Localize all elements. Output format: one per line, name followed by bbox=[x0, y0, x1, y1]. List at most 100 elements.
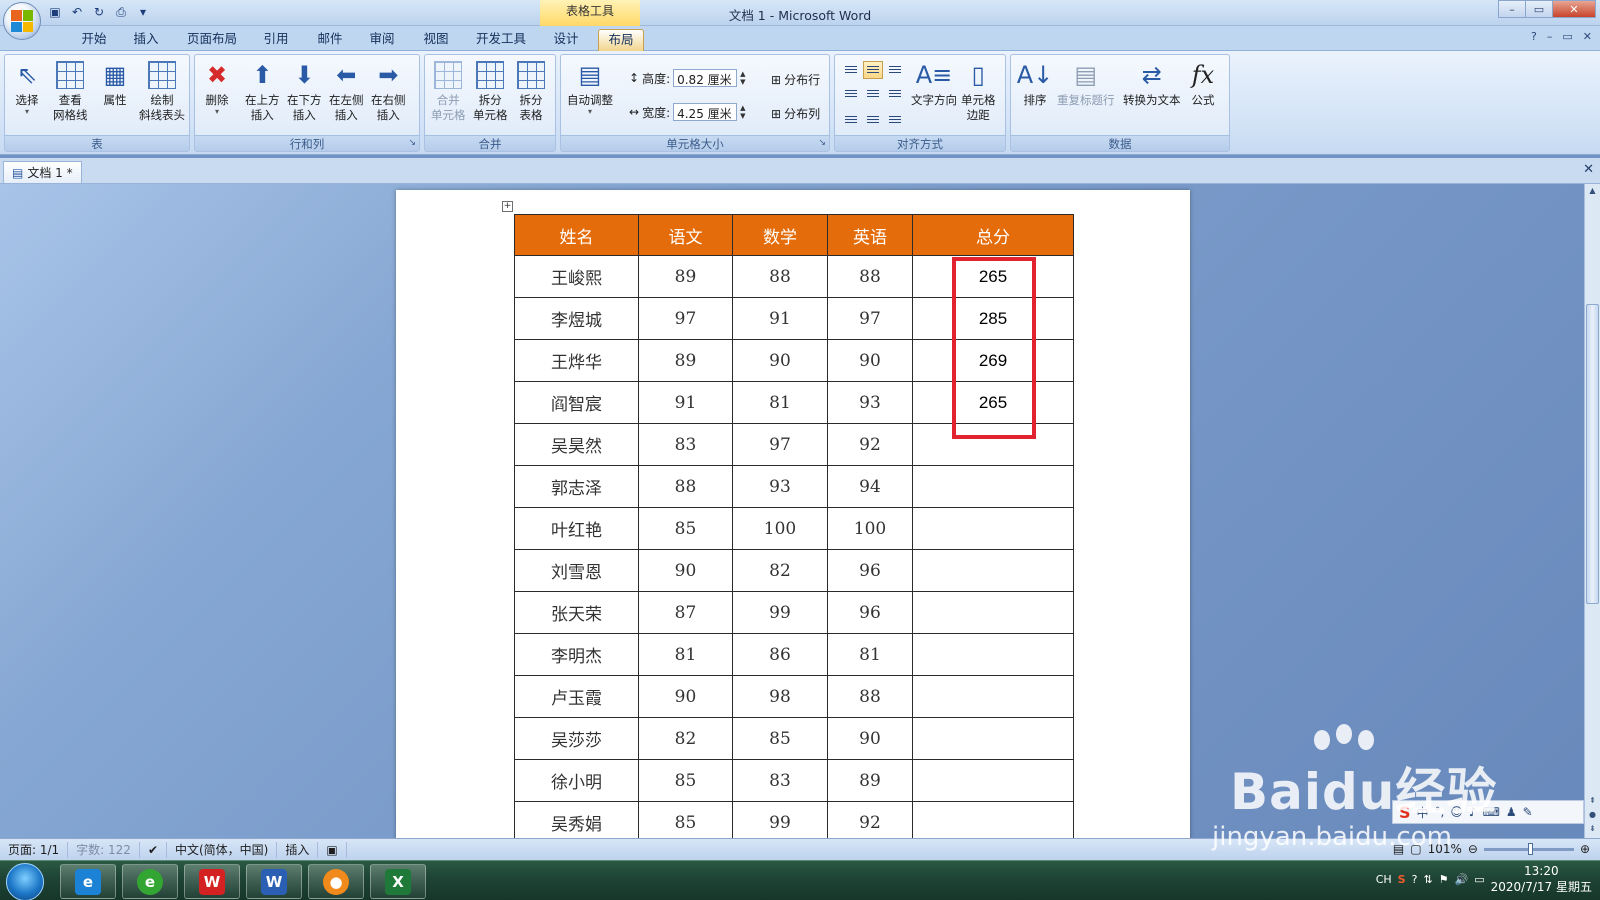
ime-toolbar[interactable]: S 中 °, ☺ ♪ ⌨ ♟ ✎ bbox=[1392, 800, 1584, 824]
vertical-scrollbar[interactable]: ▲ ⇞ ● ⇟ bbox=[1584, 184, 1600, 838]
score-cell[interactable]: 90 bbox=[827, 339, 913, 382]
help-tray-icon[interactable]: ? bbox=[1412, 873, 1418, 886]
document-tab[interactable]: ▤ 文档 1 * bbox=[3, 161, 82, 183]
align-middle-right-icon[interactable] bbox=[885, 85, 905, 103]
score-cell[interactable]: 88 bbox=[827, 255, 913, 298]
align-bottom-center-icon[interactable] bbox=[863, 111, 883, 129]
browser-icon[interactable]: e bbox=[122, 864, 178, 899]
score-cell[interactable]: 85 bbox=[638, 759, 733, 802]
word-count[interactable]: 字数: 122 bbox=[68, 841, 140, 858]
ime-mode-icon[interactable]: 中 bbox=[1417, 804, 1429, 821]
volume-icon[interactable]: 🔊 bbox=[1455, 873, 1469, 886]
tab-layout[interactable]: 布局 bbox=[598, 29, 644, 51]
table-move-handle-icon[interactable]: + bbox=[502, 201, 513, 212]
score-cell[interactable]: 96 bbox=[827, 549, 913, 592]
ime-keyboard-icon[interactable]: ⌨ bbox=[1483, 805, 1500, 819]
clock[interactable]: 13:20 2020/7/17 星期五 bbox=[1491, 863, 1592, 895]
score-cell[interactable]: 90 bbox=[732, 339, 828, 382]
total-cell[interactable] bbox=[912, 507, 1074, 550]
tab-design[interactable]: 设计 bbox=[546, 29, 586, 51]
score-cell[interactable]: 93 bbox=[827, 381, 913, 424]
score-cell[interactable]: 99 bbox=[732, 801, 828, 838]
sort-button[interactable]: A↓ 排序 bbox=[1017, 59, 1054, 108]
maximize-button[interactable]: ▭ bbox=[1525, 0, 1553, 18]
office-button[interactable] bbox=[3, 2, 41, 40]
student-name-cell[interactable]: 王烨华 bbox=[514, 339, 639, 382]
convert-to-text-button[interactable]: ⇄ 转换为文本 bbox=[1123, 59, 1181, 108]
tab-review[interactable]: 审阅 bbox=[362, 29, 402, 51]
autofit-button[interactable]: ▤ 自动调整 ▾ bbox=[567, 59, 613, 116]
scroll-up-icon[interactable]: ▲ bbox=[1585, 184, 1600, 198]
score-cell[interactable]: 89 bbox=[827, 759, 913, 802]
tab-mailings[interactable]: 邮件 bbox=[310, 29, 350, 51]
score-cell[interactable]: 81 bbox=[732, 381, 828, 424]
properties-button[interactable]: ▦ 属性 bbox=[99, 59, 131, 108]
text-direction-button[interactable]: A≡ 文字方向 bbox=[911, 59, 957, 108]
select-button[interactable]: ⇖ 选择 ▾ bbox=[11, 59, 43, 116]
score-cell[interactable]: 100 bbox=[827, 507, 913, 550]
align-middle-center-icon[interactable] bbox=[863, 85, 883, 103]
ime-emoji-icon[interactable]: ☺ bbox=[1450, 805, 1463, 819]
student-name-cell[interactable]: 李煜城 bbox=[514, 297, 639, 340]
score-cell[interactable]: 82 bbox=[732, 549, 828, 592]
help-icon[interactable]: ? bbox=[1531, 30, 1537, 43]
browse-object-icon[interactable]: ● bbox=[1585, 808, 1600, 822]
insert-below-button[interactable]: ⬇ 在下方 插入 bbox=[287, 59, 322, 123]
tab-developer[interactable]: 开发工具 bbox=[470, 29, 532, 51]
input-language[interactable]: CH bbox=[1376, 873, 1392, 886]
distribute-rows-button[interactable]: ⊞ 分布行 bbox=[771, 71, 820, 88]
student-name-cell[interactable]: 郭志泽 bbox=[514, 465, 639, 508]
close-button[interactable]: ✕ bbox=[1552, 0, 1596, 18]
total-cell[interactable] bbox=[912, 633, 1074, 676]
score-cell[interactable]: 100 bbox=[732, 507, 828, 550]
align-bottom-right-icon[interactable] bbox=[885, 111, 905, 129]
student-name-cell[interactable]: 吴昊然 bbox=[514, 423, 639, 466]
student-name-cell[interactable]: 吴秀娟 bbox=[514, 801, 639, 838]
align-middle-left-icon[interactable] bbox=[841, 85, 861, 103]
score-cell[interactable]: 86 bbox=[732, 633, 828, 676]
print-layout-view-icon[interactable]: ▤ bbox=[1393, 842, 1404, 856]
align-top-center-icon[interactable] bbox=[863, 61, 883, 79]
header-cell[interactable]: 语文 bbox=[638, 214, 733, 256]
wps-icon[interactable]: W bbox=[184, 864, 240, 899]
next-page-icon[interactable]: ⇟ bbox=[1585, 822, 1600, 836]
score-cell[interactable]: 98 bbox=[732, 675, 828, 718]
score-cell[interactable]: 90 bbox=[827, 717, 913, 760]
student-name-cell[interactable]: 阎智宸 bbox=[514, 381, 639, 424]
scroll-thumb[interactable] bbox=[1586, 304, 1599, 604]
score-cell[interactable]: 85 bbox=[732, 717, 828, 760]
dialog-launcher-icon[interactable]: ↘ bbox=[408, 138, 416, 148]
formula-button[interactable]: fx 公式 bbox=[1187, 59, 1219, 108]
tab-references[interactable]: 引用 bbox=[256, 29, 296, 51]
score-cell[interactable]: 82 bbox=[638, 717, 733, 760]
sogou-ime-icon[interactable]: S bbox=[1399, 803, 1411, 822]
align-top-left-icon[interactable] bbox=[841, 61, 861, 79]
zoom-in-icon[interactable]: ⊕ bbox=[1580, 842, 1590, 856]
score-cell[interactable]: 88 bbox=[732, 255, 828, 298]
score-cell[interactable]: 97 bbox=[638, 297, 733, 340]
score-cell[interactable]: 83 bbox=[638, 423, 733, 466]
header-cell[interactable]: 姓名 bbox=[514, 214, 639, 256]
score-cell[interactable]: 97 bbox=[732, 423, 828, 466]
header-cell[interactable]: 总分 bbox=[912, 214, 1074, 256]
score-cell[interactable]: 91 bbox=[732, 297, 828, 340]
student-name-cell[interactable]: 叶红艳 bbox=[514, 507, 639, 550]
close-document-icon[interactable]: ✕ bbox=[1583, 162, 1594, 177]
total-cell[interactable] bbox=[912, 675, 1074, 718]
merge-cells-button[interactable]: 合并 单元格 bbox=[431, 59, 466, 123]
student-name-cell[interactable]: 卢玉霞 bbox=[514, 675, 639, 718]
minimize-button[interactable]: – bbox=[1498, 0, 1526, 18]
total-cell[interactable] bbox=[912, 759, 1074, 802]
score-cell[interactable]: 90 bbox=[638, 549, 733, 592]
tab-view[interactable]: 视图 bbox=[416, 29, 456, 51]
flag-icon[interactable]: ⚑ bbox=[1439, 873, 1449, 886]
zoom-slider[interactable] bbox=[1483, 842, 1574, 855]
student-name-cell[interactable]: 吴莎莎 bbox=[514, 717, 639, 760]
ribbon-close-icon[interactable]: ✕ bbox=[1583, 30, 1592, 43]
score-cell[interactable]: 88 bbox=[827, 675, 913, 718]
student-name-cell[interactable]: 李明杰 bbox=[514, 633, 639, 676]
word-icon[interactable]: W bbox=[246, 864, 302, 899]
start-button[interactable] bbox=[6, 863, 44, 900]
width-spinner[interactable]: ▲ ▼ bbox=[740, 104, 745, 120]
ime-tools-icon[interactable]: ✎ bbox=[1523, 805, 1533, 819]
